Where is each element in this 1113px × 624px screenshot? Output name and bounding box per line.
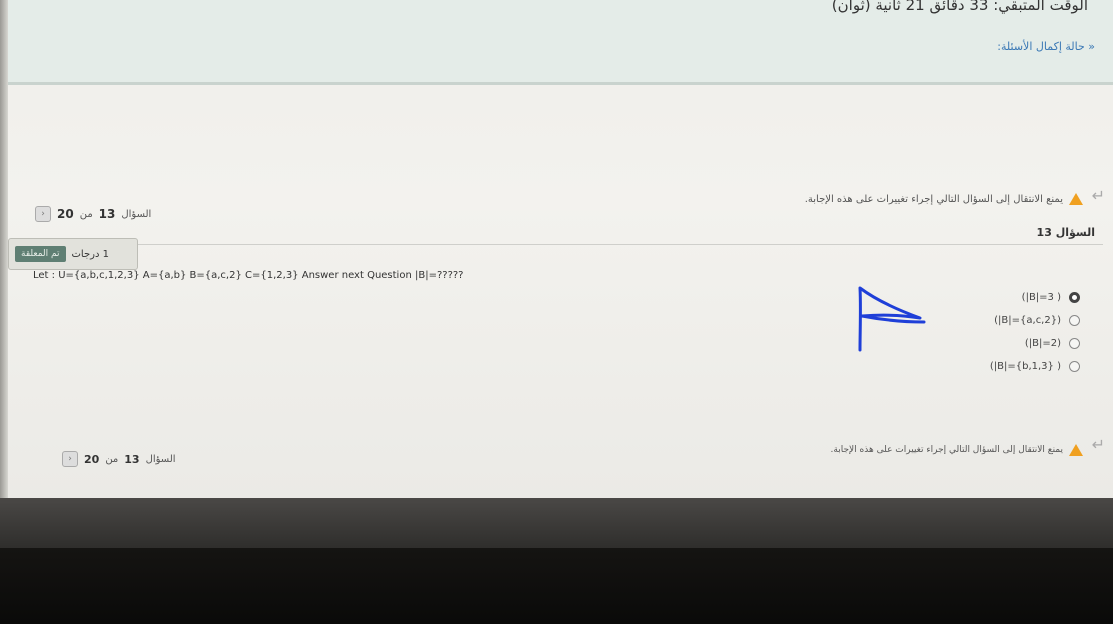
counter-current: 13 [124, 452, 140, 466]
answer-label: (|B|=2) [1024, 338, 1061, 349]
grade-box: تم المعلقة 1 درجات [8, 238, 138, 270]
warning-text: يمنع الانتقال إلى السؤال التالي إجراء تغ… [830, 445, 1063, 455]
counter-prefix: السؤال [145, 453, 176, 465]
question-status-link[interactable]: « حالة إكمال الأسئلة: [997, 40, 1095, 53]
counter-of: من [105, 453, 119, 465]
counter-prefix: السؤال [121, 208, 152, 220]
divider [10, 244, 1103, 245]
handwritten-mark [858, 286, 926, 352]
answer-label: (|B|=3 ) [1021, 292, 1061, 303]
timer-text: الوقت المتبقي: 33 دقائق 21 ثانية (ثوان) [831, 0, 1088, 14]
radio[interactable] [1069, 361, 1080, 372]
navigation-warning: يمنع الانتقال إلى السؤال التالي إجراء تغ… [805, 193, 1083, 205]
chevron-left-icon[interactable]: ‹ [62, 451, 78, 467]
monitor-bezel [0, 498, 1113, 548]
counter-current: 13 [98, 207, 116, 221]
flag-question-button[interactable]: تم المعلقة [15, 246, 66, 262]
warning-icon [1069, 193, 1083, 205]
radio[interactable] [1069, 338, 1080, 349]
radio[interactable] [1069, 315, 1080, 326]
answer-option[interactable]: (|B|=3 ) [990, 286, 1080, 309]
answer-list: (|B|=3 ) (|B|={a,c,2}) (|B|=2) (|B|={b,1… [990, 286, 1080, 378]
counter-total: 20 [84, 452, 100, 466]
screen-edge [0, 0, 8, 500]
radio-selected[interactable] [1069, 292, 1080, 303]
return-arrow-icon: ↵ [1091, 186, 1105, 205]
answer-option[interactable]: (|B|={b,1,3} ) [990, 355, 1080, 378]
return-arrow-icon: ↵ [1091, 435, 1105, 454]
answer-option[interactable]: (|B|=2) [990, 332, 1080, 355]
warning-icon [1069, 444, 1083, 456]
question-text: Let : U={a,b,c,1,2,3} A={a,b} B={a,c,2} … [33, 270, 464, 281]
chevron-left-icon[interactable]: ‹ [35, 206, 51, 222]
question-counter-bottom: السؤال 13 من 20 ‹ [62, 451, 176, 467]
desk-background [0, 548, 1113, 624]
answer-option[interactable]: (|B|={a,c,2}) [990, 309, 1080, 332]
answer-label: (|B|={b,1,3} ) [989, 361, 1061, 372]
answer-label: (|B|={a,c,2}) [994, 315, 1061, 326]
counter-of: من [79, 208, 93, 220]
timer-banner: الوقت المتبقي: 33 دقائق 21 ثانية (ثوان) … [8, 0, 1113, 85]
navigation-warning-bottom: يمنع الانتقال إلى السؤال التالي إجراء تغ… [831, 444, 1083, 456]
question-title: السؤال 13 [1036, 226, 1095, 239]
warning-text: يمنع الانتقال إلى السؤال التالي إجراء تغ… [804, 193, 1063, 205]
grade-label: 1 درجات [71, 248, 109, 260]
counter-total: 20 [57, 207, 74, 221]
question-counter: السؤال 13 من 20 ‹ [35, 206, 151, 222]
